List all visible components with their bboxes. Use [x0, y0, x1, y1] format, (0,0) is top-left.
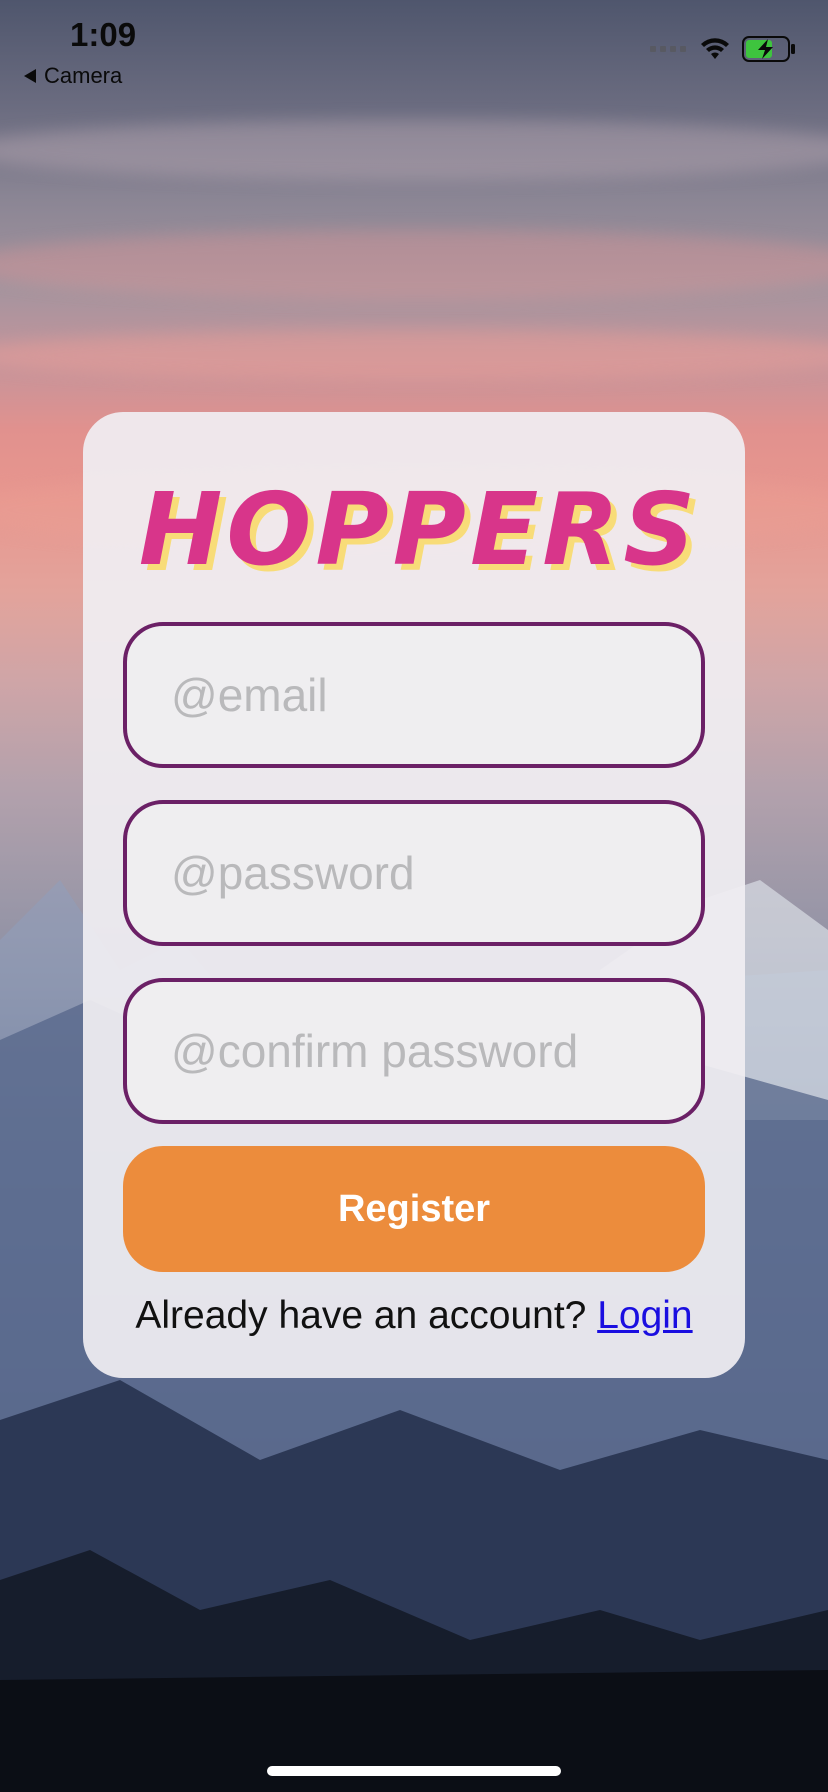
login-link[interactable]: Login [597, 1294, 692, 1337]
status-icons [650, 36, 796, 62]
status-time: 1:09 [70, 16, 137, 53]
password-field-wrapper [123, 800, 705, 946]
battery-charging-icon [742, 36, 795, 62]
wifi-icon [701, 38, 729, 59]
email-field-wrapper [123, 622, 705, 768]
background-cloud [0, 330, 828, 380]
password-input[interactable] [169, 845, 701, 901]
logo-text: HOPPERS [139, 471, 700, 588]
cellular-signal-icon [650, 46, 686, 52]
email-input[interactable] [169, 667, 701, 723]
confirm-password-field-wrapper [123, 978, 705, 1124]
confirm-password-input[interactable] [169, 1023, 701, 1079]
login-prompt-text: Already have an account? [135, 1294, 598, 1337]
background-cloud [0, 120, 828, 180]
background-cloud [0, 230, 828, 300]
register-card: HOPPERS HOPPERS Register Already have an… [83, 412, 745, 1378]
register-button[interactable]: Register [123, 1146, 705, 1272]
back-to-camera-button[interactable]: Camera [24, 63, 122, 89]
register-screen: 1:09 Camera HOPPERS HOPPERS @email Regis… [0, 0, 828, 1792]
back-arrow-icon [24, 69, 36, 83]
home-indicator[interactable] [267, 1766, 561, 1776]
back-label: Camera [44, 63, 123, 88]
hoppers-logo: HOPPERS HOPPERS [139, 471, 702, 592]
login-prompt-row: Already have an account? Login [83, 1294, 745, 1338]
